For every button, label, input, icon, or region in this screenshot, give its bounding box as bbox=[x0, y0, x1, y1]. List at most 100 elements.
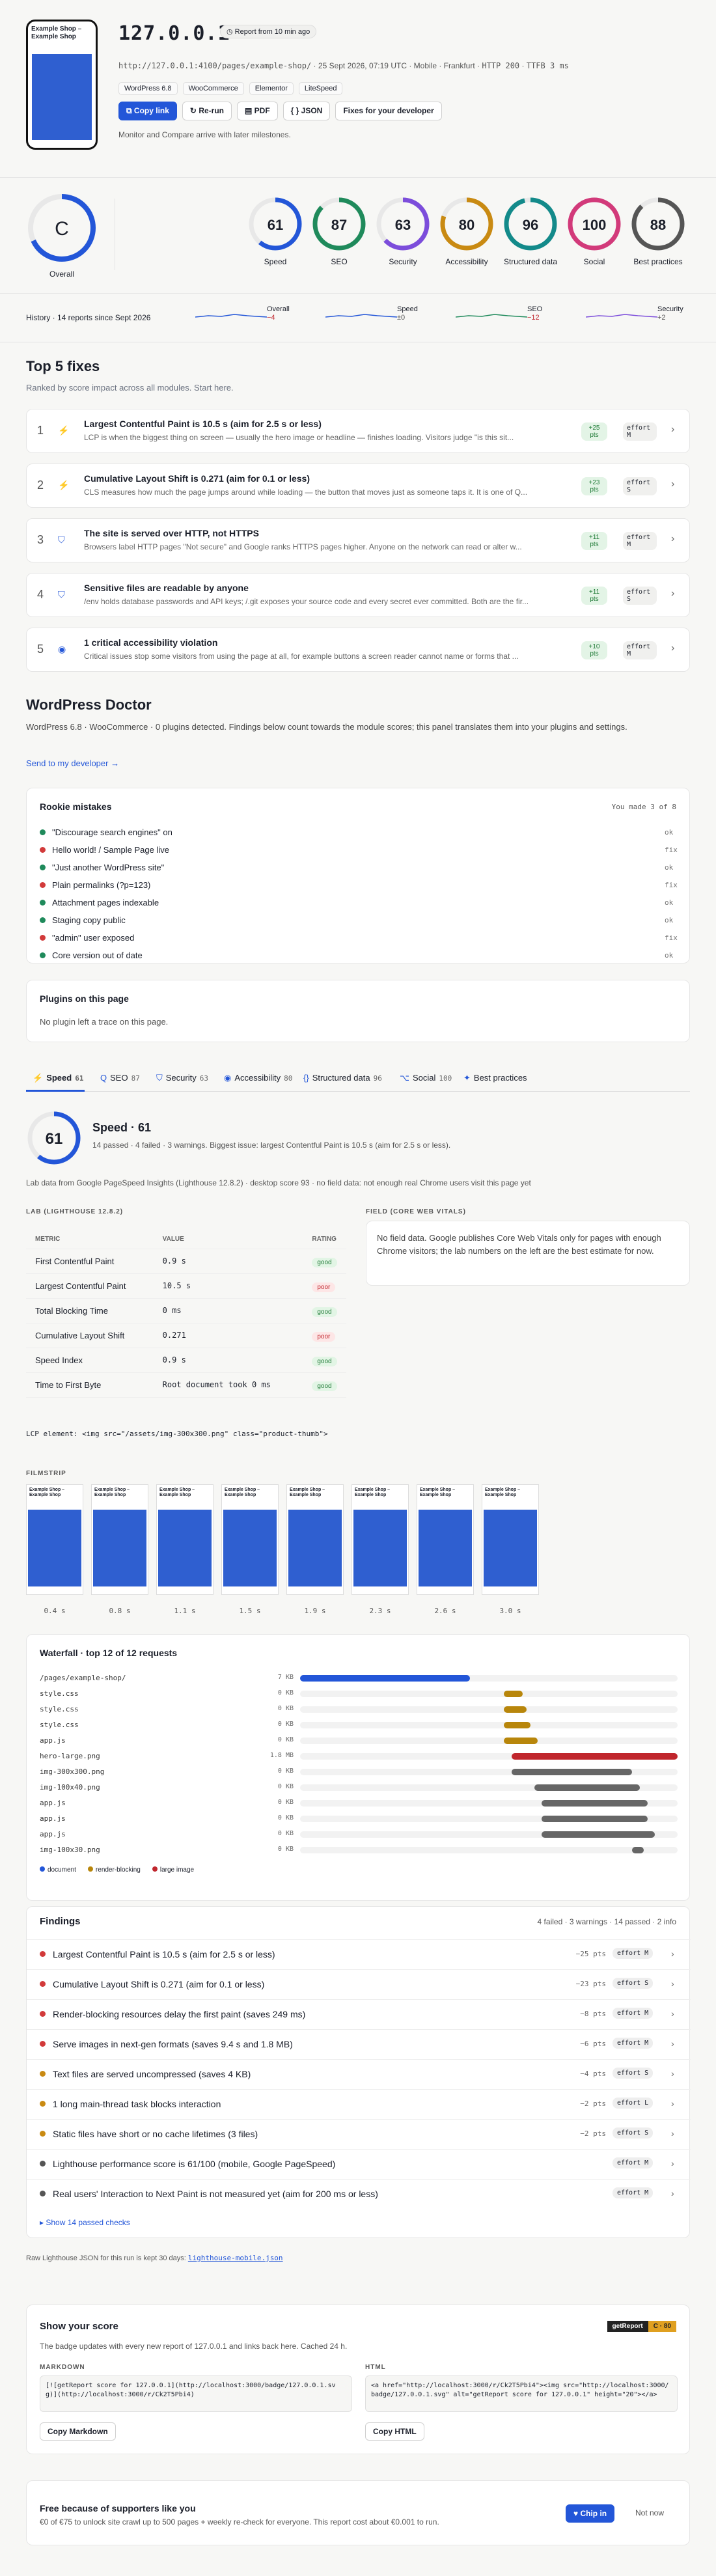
badge-card: Show your score getReport C · 80 The badg… bbox=[26, 2305, 690, 2454]
rookie-item-status: ok bbox=[665, 951, 674, 960]
report-meta: http://127.0.0.1:4100/pages/example-shop… bbox=[118, 61, 569, 70]
tab-speed[interactable]: ⚡ Speed 61 bbox=[33, 1073, 83, 1083]
tab-security[interactable]: ⛉ Security 63 bbox=[156, 1073, 208, 1083]
metric-value: 0.9 s bbox=[153, 1348, 303, 1373]
show-passed-toggle[interactable]: ▸ Show 14 passed checks bbox=[40, 2218, 130, 2227]
send-developer-link[interactable]: Send to my developer → bbox=[26, 758, 119, 768]
copy-markdown-button[interactable]: Copy Markdown bbox=[40, 2422, 116, 2441]
finding-row[interactable]: Real users' Interaction to Next Paint is… bbox=[27, 2179, 691, 2208]
history-label: History · 14 reports since Sept 2026 bbox=[26, 313, 151, 322]
fix-item[interactable]: 5 ◉ 1 critical accessibility violation Crit… bbox=[26, 628, 690, 672]
html-snippet[interactable]: <a href="http://localhost:3000/r/Ck2T5Pb… bbox=[365, 2375, 678, 2412]
fix-points-badge: +11 pts bbox=[581, 587, 607, 605]
rookie-item-label: Hello world! / Sample Page live bbox=[52, 845, 169, 855]
finding-row[interactable]: Lighthouse performance score is 61/100 (… bbox=[27, 2149, 691, 2178]
col-metric: METRIC bbox=[26, 1230, 154, 1249]
heart-icon: ♥ bbox=[573, 2509, 581, 2518]
fix-module-icon: ⚡ bbox=[58, 425, 70, 436]
tab-social[interactable]: ⌥ Social 100 bbox=[400, 1073, 452, 1083]
status-dot bbox=[40, 882, 46, 888]
overall-gauge[interactable]: C Overall bbox=[26, 192, 98, 279]
finding-row[interactable]: Cumulative Layout Shift is 0.271 (aim fo… bbox=[27, 1969, 691, 1998]
request-track bbox=[300, 1691, 678, 1697]
divider bbox=[26, 1091, 690, 1092]
fix-item[interactable]: 3 ⛉ The site is served over HTTP, not HTTP… bbox=[26, 518, 690, 562]
frame-title: Example Shop – Example Shop bbox=[159, 1488, 195, 1498]
page-url[interactable]: http://127.0.0.1:4100/pages/example-shop… bbox=[118, 61, 311, 70]
finding-row[interactable]: Text files are served uncompressed (save… bbox=[27, 2059, 691, 2088]
tab-accessibility[interactable]: ◉ Accessibility 80 bbox=[224, 1073, 292, 1083]
chip-in-button[interactable]: ♥ Chip in bbox=[566, 2504, 615, 2523]
finding-title: Static files have short or no cache life… bbox=[53, 2129, 258, 2139]
pdf-button[interactable]: ▤ PDF bbox=[236, 102, 278, 120]
top-fixes-title: Top 5 fixes bbox=[26, 358, 100, 374]
frame-time: 0.8 s bbox=[109, 1607, 131, 1615]
lab-metric-row: Speed Index 0.9 s good bbox=[26, 1348, 346, 1373]
finding-effort: effort M bbox=[613, 2157, 654, 2168]
request-track bbox=[300, 1784, 678, 1791]
score-gauge-accessibility[interactable]: 80 Accessibility bbox=[437, 197, 496, 266]
rookie-item-label: Plain permalinks (?p=123) bbox=[52, 880, 151, 890]
request-size: 7 KB bbox=[277, 1674, 294, 1681]
request-track bbox=[300, 1722, 678, 1728]
fix-module-icon: ⛉ bbox=[58, 589, 65, 600]
metric-name: Total Blocking Time bbox=[26, 1298, 154, 1323]
tab-best-practices[interactable]: ✦ Best practices bbox=[463, 1073, 530, 1083]
score-ring: 61 bbox=[249, 197, 302, 251]
status-dot bbox=[40, 900, 46, 906]
fix-item[interactable]: 1 ⚡ Largest Contentful Paint is 10.5 s (ai… bbox=[26, 409, 690, 453]
tab-structured-data[interactable]: {} Structured data 96 bbox=[303, 1073, 382, 1083]
metric-rating-cell: good bbox=[303, 1372, 346, 1398]
request-file: style.css bbox=[40, 1705, 79, 1713]
request-bar bbox=[504, 1722, 530, 1728]
json-button[interactable]: { } JSON bbox=[282, 102, 331, 120]
finding-row[interactable]: 1 long main-thread task blocks interacti… bbox=[27, 2089, 691, 2118]
request-track bbox=[300, 1675, 678, 1682]
raw-json-link[interactable]: lighthouse-mobile.json bbox=[188, 2254, 283, 2262]
metric-rating-cell: good bbox=[303, 1348, 346, 1373]
frame-time: 0.4 s bbox=[44, 1607, 66, 1615]
divider bbox=[0, 177, 716, 178]
score-label: Accessibility bbox=[445, 257, 488, 266]
finding-row[interactable]: Largest Contentful Paint is 10.5 s (aim … bbox=[27, 1939, 691, 1968]
markdown-snippet[interactable]: [![getReport score for 127.0.0.1](http:/… bbox=[40, 2375, 352, 2412]
support-card: Free because of supporters like you €0 o… bbox=[26, 2480, 690, 2545]
developer-fixes-button[interactable]: Fixes for your developer bbox=[335, 102, 442, 120]
legend-document: document bbox=[48, 1866, 76, 1874]
score-gauge-social[interactable]: 100 Social bbox=[565, 197, 624, 266]
fix-item[interactable]: 2 ⚡ Cumulative Layout Shift is 0.271 (aim … bbox=[26, 464, 690, 508]
plugins-empty: No plugin left a trace on this page. bbox=[40, 1017, 169, 1027]
fix-item[interactable]: 4 ⛉ Sensitive files are readable by anyone… bbox=[26, 573, 690, 617]
rookie-item: Core version out of date bbox=[40, 950, 143, 960]
rerun-button[interactable]: ↻ Re-run bbox=[182, 102, 232, 120]
copy-html-button[interactable]: Copy HTML bbox=[365, 2422, 424, 2441]
copy-link-button[interactable]: ⧉ Copy link bbox=[118, 102, 177, 120]
metric-rating: poor bbox=[312, 1331, 336, 1342]
request-track bbox=[300, 1800, 678, 1807]
fix-title: 1 critical accessibility violation bbox=[84, 637, 218, 648]
score-gauge-structured-data[interactable]: 96 Structured data bbox=[501, 197, 560, 266]
chevron-right-icon: › bbox=[671, 2158, 674, 2168]
frame-time: 1.9 s bbox=[304, 1607, 326, 1615]
lcp-element: LCP element: <img src="/assets/img-300x3… bbox=[26, 1430, 328, 1438]
rookie-item: Plain permalinks (?p=123) bbox=[40, 880, 150, 890]
tab-seo[interactable]: Q SEO 87 bbox=[100, 1073, 140, 1083]
history-sparkline bbox=[456, 314, 527, 318]
score-gauge-speed[interactable]: 61 Speed bbox=[246, 197, 305, 266]
not-now-button[interactable]: Not now bbox=[635, 2508, 664, 2517]
rookie-item: Attachment pages indexable bbox=[40, 898, 159, 907]
device-location: Mobile · Frankfurt bbox=[413, 61, 475, 70]
score-gauge-best-practices[interactable]: 88 Best practices bbox=[629, 197, 687, 266]
speed-title: Speed · 61 bbox=[92, 1121, 152, 1134]
score-gauge-seo[interactable]: 87 SEO bbox=[310, 197, 368, 266]
finding-row[interactable]: Serve images in next-gen formats (saves … bbox=[27, 2029, 691, 2058]
score-ring: 87 bbox=[312, 197, 366, 251]
score-gauge-security[interactable]: 63 Security bbox=[374, 197, 432, 266]
finding-row[interactable]: Static files have short or no cache life… bbox=[27, 2119, 691, 2148]
findings-counts: 4 failed · 3 warnings · 14 passed · 2 in… bbox=[537, 1917, 676, 1926]
history-name: Speed bbox=[397, 305, 418, 313]
request-bar bbox=[542, 1800, 648, 1807]
lab-metrics-table: METRIC VALUE RATING First Contentful Paint 0… bbox=[26, 1230, 346, 1398]
finding-row[interactable]: Render-blocking resources delay the firs… bbox=[27, 1999, 691, 2028]
legend-render-blocking: render-blocking bbox=[95, 1866, 141, 1874]
